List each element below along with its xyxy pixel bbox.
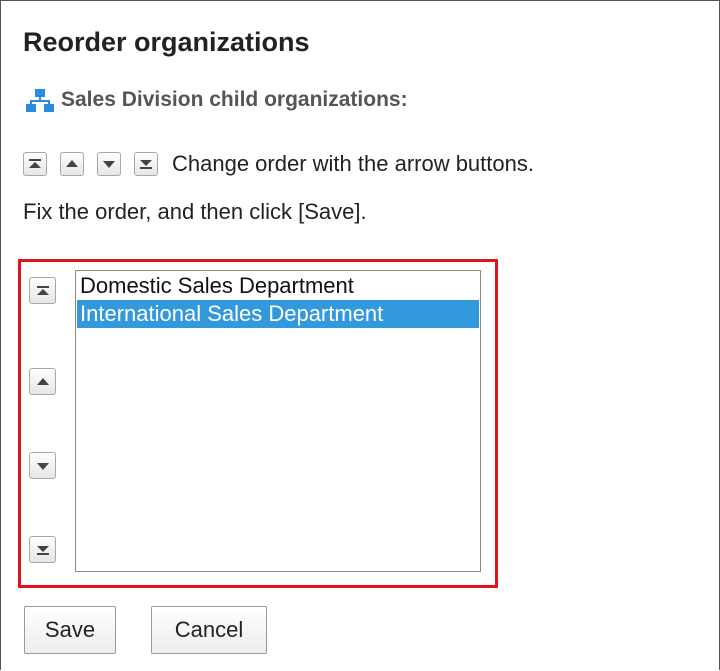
legend-move-down-icon [97, 152, 121, 176]
org-chart-icon [23, 87, 57, 113]
move-up-button[interactable] [29, 368, 56, 395]
legend-move-to-bottom-icon [134, 152, 158, 176]
save-button[interactable]: Save [24, 606, 116, 654]
list-item-domestic-sales[interactable]: Domestic Sales Department [77, 272, 479, 300]
cancel-button[interactable]: Cancel [151, 606, 267, 654]
subtitle: Sales Division child organizations: [61, 88, 408, 111]
subtitle-row: Sales Division child organizations: [23, 87, 408, 113]
list-item-international-sales[interactable]: International Sales Department [77, 300, 479, 328]
instruction-text-2: Fix the order, and then click [Save]. [23, 199, 367, 224]
legend-move-up-icon [60, 152, 84, 176]
legend-move-to-top-icon [23, 152, 47, 176]
move-to-bottom-button[interactable] [29, 536, 56, 563]
move-to-top-button[interactable] [29, 277, 56, 304]
organization-listbox[interactable]: Domestic Sales Department International … [75, 270, 481, 572]
instruction-text: Change order with the arrow buttons. [172, 151, 534, 176]
move-down-button[interactable] [29, 452, 56, 479]
instruction-row: Change order with the arrow buttons. [23, 151, 534, 177]
reorder-panel: Reorder organizations Sales Division chi… [0, 0, 720, 670]
page-title: Reorder organizations [23, 27, 310, 57]
